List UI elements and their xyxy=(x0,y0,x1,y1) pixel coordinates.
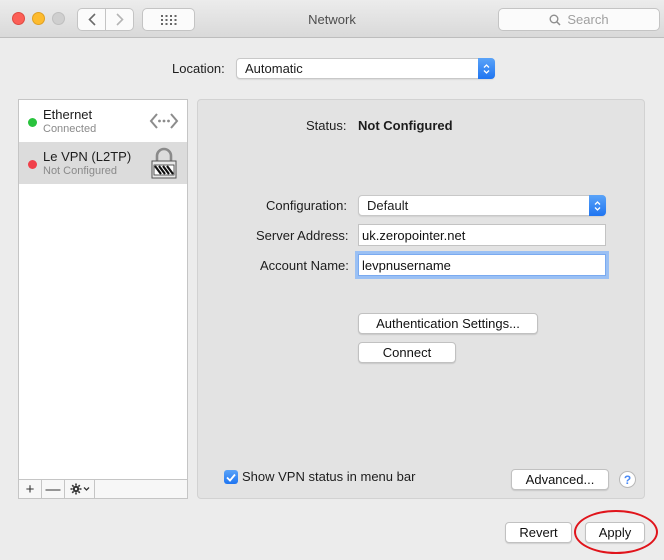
connect-button[interactable]: Connect xyxy=(358,342,456,363)
add-service-button[interactable]: + xyxy=(19,480,42,498)
show-vpn-status-label: Show VPN status in menu bar xyxy=(242,469,416,484)
service-name: Le VPN (L2TP) xyxy=(43,149,132,164)
status-dot-red xyxy=(28,160,37,169)
status-dot-green xyxy=(28,118,37,127)
vpn-detail-panel xyxy=(197,99,645,499)
service-item-ethernet[interactable]: Ethernet Connected xyxy=(19,100,187,142)
search-icon xyxy=(549,14,561,26)
remove-service-button[interactable]: — xyxy=(42,480,65,498)
advanced-button[interactable]: Advanced... xyxy=(511,469,609,490)
service-name: Ethernet xyxy=(43,107,93,122)
highlight-circle-annotation xyxy=(574,510,658,554)
help-button[interactable]: ? xyxy=(619,471,636,488)
location-popup[interactable]: Automatic xyxy=(236,58,495,79)
gear-icon xyxy=(70,483,89,495)
popup-stepper-icon xyxy=(589,195,606,216)
account-name-field[interactable]: levpnusername xyxy=(358,254,606,276)
revert-button[interactable]: Revert xyxy=(505,522,572,543)
action-menu-button[interactable] xyxy=(65,480,95,498)
service-list: Ethernet Connected Le VPN (L2TP) Not Con… xyxy=(18,99,188,499)
vpn-lock-icon xyxy=(151,147,177,179)
account-name-label: Account Name: xyxy=(260,258,349,273)
ethernet-arrows-icon xyxy=(149,113,179,129)
server-address-label: Server Address: xyxy=(256,228,349,243)
service-list-toolbar: + — xyxy=(18,479,188,499)
checkmark-icon xyxy=(226,473,236,482)
server-address-field[interactable]: uk.zeropointer.net xyxy=(358,224,606,246)
popup-stepper-icon xyxy=(478,58,495,79)
authentication-settings-button[interactable]: Authentication Settings... xyxy=(358,313,538,334)
title-bar: Network Search xyxy=(0,0,664,38)
service-status: Connected xyxy=(43,123,97,135)
location-value: Automatic xyxy=(245,61,303,76)
configuration-label: Configuration: xyxy=(266,198,347,213)
service-item-le-vpn[interactable]: Le VPN (L2TP) Not Configured xyxy=(19,142,187,184)
service-status: Not Configured xyxy=(43,165,117,177)
configuration-popup[interactable]: Default xyxy=(358,195,606,216)
location-label: Location: xyxy=(172,61,225,76)
show-vpn-status-checkbox[interactable] xyxy=(224,470,238,484)
search-placeholder: Search xyxy=(567,12,609,27)
search-field[interactable]: Search xyxy=(498,8,660,31)
status-label: Status: xyxy=(306,118,347,133)
status-value: Not Configured xyxy=(358,118,453,133)
configuration-value: Default xyxy=(367,198,409,213)
